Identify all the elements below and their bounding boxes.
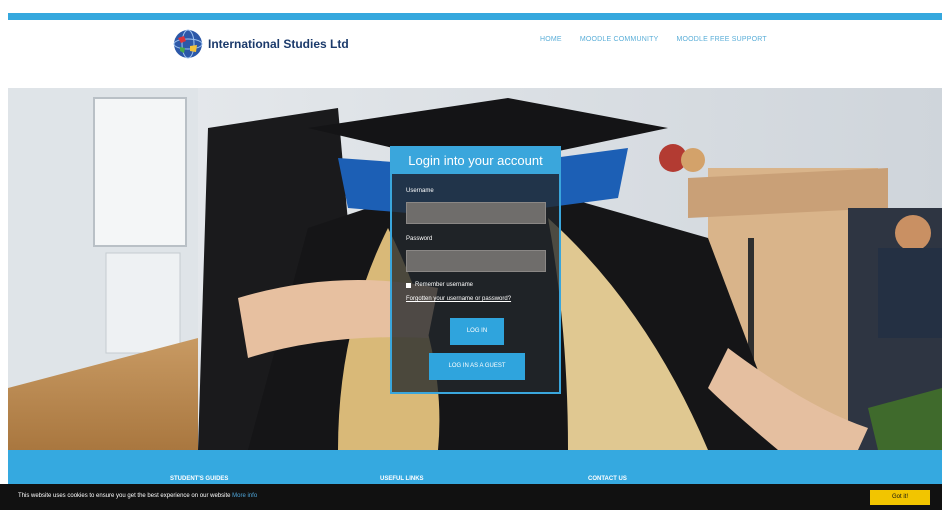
remember-checkbox[interactable] <box>406 282 411 288</box>
cookie-banner: This website uses cookies to ensure you … <box>0 484 942 510</box>
nav-home[interactable]: HOME <box>540 36 562 43</box>
footer-students-guides[interactable]: STUDENT'S GUIDES <box>170 476 228 482</box>
remember-label: Remember username <box>415 282 474 288</box>
password-label: Password <box>406 236 433 242</box>
top-accent-bar <box>8 13 942 20</box>
remember-username[interactable]: Remember username <box>406 282 473 288</box>
cookie-text: This website uses cookies to ensure you … <box>18 493 231 499</box>
footer: STUDENT'S GUIDES USEFUL LINKS CONTACT US <box>8 450 942 484</box>
nav-moodle-free-support[interactable]: MOODLE FREE SUPPORT <box>676 36 766 43</box>
login-button[interactable]: LOG IN <box>450 318 504 345</box>
login-title: Login into your account <box>392 148 559 174</box>
guest-login-button[interactable]: LOG IN AS A GUEST <box>429 353 525 380</box>
cookie-more-info-link[interactable]: More info <box>232 493 257 499</box>
nav-moodle-community[interactable]: MOODLE COMMUNITY <box>580 36 659 43</box>
username-label: Username <box>406 188 434 194</box>
login-panel: Login into your account Username Passwor… <box>390 146 561 394</box>
got-it-button[interactable]: Got it! <box>870 490 930 505</box>
footer-contact-us[interactable]: CONTACT US <box>588 476 627 482</box>
main-nav: HOME MOODLE COMMUNITY MOODLE FREE SUPPOR… <box>540 36 767 43</box>
footer-useful-links[interactable]: USEFUL LINKS <box>380 476 424 482</box>
username-input[interactable] <box>406 202 546 224</box>
brand-name: International Studies Ltd <box>208 37 349 51</box>
logo[interactable]: International Studies Ltd <box>172 28 349 60</box>
forgot-password-link[interactable]: Forgotten your username or password? <box>406 296 511 302</box>
header <box>0 20 942 88</box>
cookie-message: This website uses cookies to ensure you … <box>18 493 257 499</box>
page: International Studies Ltd HOME MOODLE CO… <box>0 0 942 510</box>
password-input[interactable] <box>406 250 546 272</box>
globe-logo-icon <box>173 29 203 59</box>
